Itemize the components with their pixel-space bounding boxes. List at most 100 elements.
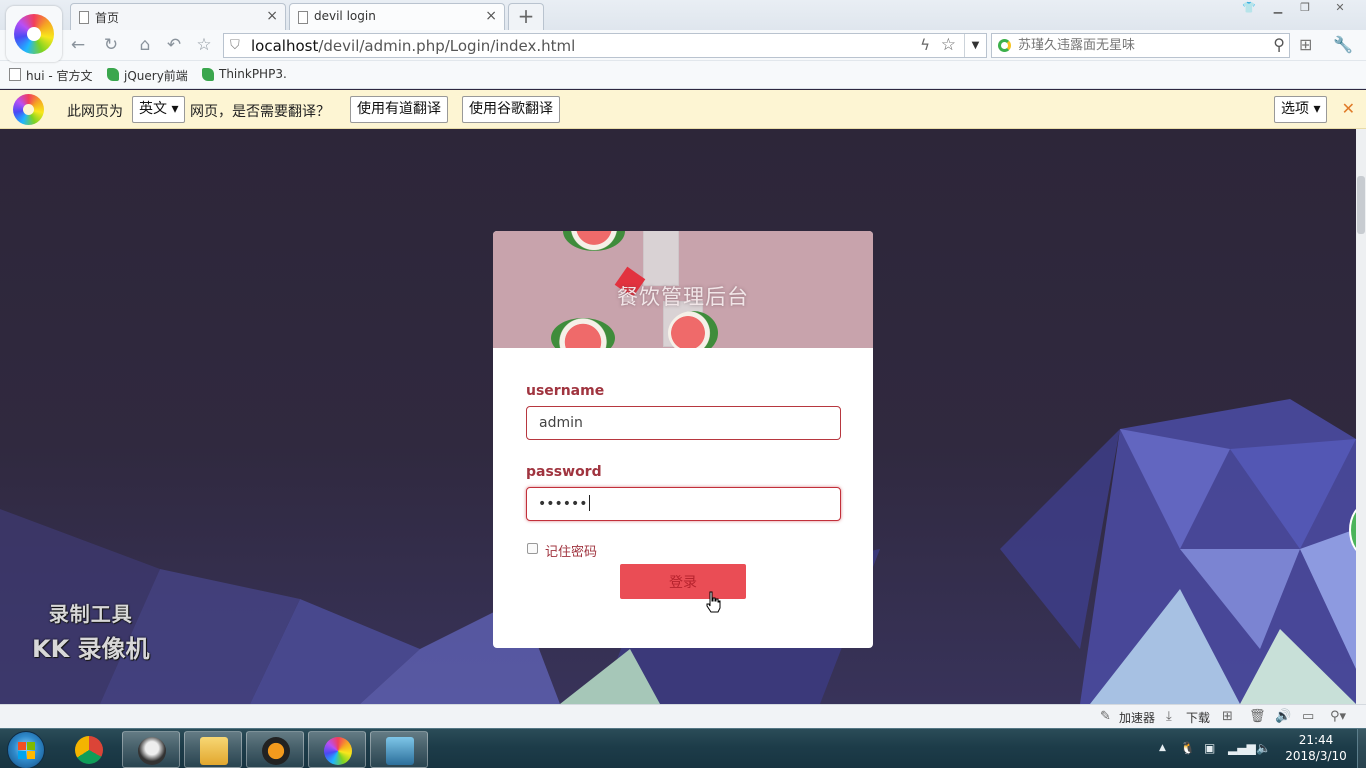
- bookmark-star-icon[interactable]: ☆: [941, 35, 956, 55]
- password-dots: ••••••: [538, 496, 588, 512]
- browser-toolbar: ← ↻ ⌂ ↶ ☆ ⛉ localhost/devil/admin.php/Lo…: [0, 30, 1366, 61]
- accelerator-icon: ✎: [1100, 709, 1111, 724]
- shield-icon: ⛉: [230, 38, 240, 53]
- undo-close-icon[interactable]: ↶: [162, 34, 186, 56]
- start-button[interactable]: [7, 731, 45, 768]
- taskbar-avatar-app[interactable]: [122, 731, 180, 768]
- address-bar[interactable]: ⛉ localhost/devil/admin.php/Login/index.…: [223, 33, 987, 58]
- chevron-down-icon[interactable]: ▼: [964, 34, 986, 57]
- back-icon[interactable]: ←: [66, 34, 90, 56]
- bookmark-jquery[interactable]: jQuery前端: [107, 67, 188, 84]
- search-input[interactable]: [1018, 36, 1258, 55]
- tab-home[interactable]: 首页 ×: [70, 3, 286, 30]
- refresh-icon[interactable]: ↻: [99, 34, 123, 56]
- show-desktop-button[interactable]: [1357, 729, 1366, 768]
- tab-close-icon[interactable]: ×: [485, 8, 497, 24]
- decor-box: [643, 231, 679, 286]
- leaf-icon: [107, 68, 119, 81]
- tab-label: devil login: [314, 9, 376, 23]
- clock-date: 2018/3/10: [1285, 749, 1347, 763]
- screen-icon[interactable]: ▭: [1302, 709, 1314, 724]
- bookmark-label: hui - 官方文: [26, 69, 93, 83]
- translate-options-button[interactable]: 选项 ▾: [1274, 96, 1328, 123]
- bookmark-thinkphp[interactable]: ThinkPHP3.: [202, 67, 287, 81]
- translate-question: 网页，是否需要翻译？: [190, 104, 330, 120]
- login-form: username password •••••• 记住密码: [493, 348, 873, 560]
- folder-icon: [200, 737, 228, 765]
- qq-icon[interactable]: 🐧: [1180, 741, 1195, 755]
- browser-logo[interactable]: [6, 6, 62, 62]
- system-clock[interactable]: 21:44 2018/3/10: [1281, 732, 1351, 764]
- minimize-button[interactable]: ▁: [1266, 1, 1290, 17]
- tray-app-icon[interactable]: ▣: [1204, 741, 1215, 755]
- watermark-line2: KK 录像机: [32, 635, 150, 663]
- recorder-icon: [262, 737, 290, 765]
- restore-button[interactable]: ❐: [1293, 1, 1317, 17]
- taskbar-browser[interactable]: [308, 731, 366, 768]
- favorites-icon[interactable]: ☆: [192, 34, 216, 56]
- options-label: 选项: [1281, 101, 1309, 117]
- trash-icon[interactable]: 🗑: [1249, 709, 1266, 724]
- remember-label: 记住密码: [545, 545, 598, 560]
- password-input[interactable]: ••••••: [526, 487, 841, 521]
- download-icon: ⤓: [1166, 709, 1172, 724]
- text-caret: [588, 495, 590, 511]
- tab-close-icon[interactable]: ×: [266, 8, 278, 24]
- taskbar-explorer[interactable]: [184, 731, 242, 768]
- network-icon[interactable]: ▂▄▆: [1228, 741, 1256, 755]
- new-tab-button[interactable]: +: [508, 3, 544, 30]
- close-window-button[interactable]: ✕: [1328, 1, 1352, 17]
- accelerator-button[interactable]: 加速器: [1119, 709, 1155, 726]
- password-mask: ••••••: [538, 495, 590, 512]
- login-button[interactable]: 登录: [620, 564, 746, 599]
- windows-taskbar: ▲ 🐧 ▣ ▂▄▆ 🔈 21:44 2018/3/10: [0, 728, 1366, 768]
- browser-status-bar: ✎ 加速器 ⤓ 下载 ⊞ 🗑 🔊 ▭ ⚲▾: [0, 704, 1366, 728]
- username-input[interactable]: [526, 406, 841, 440]
- url-text[interactable]: localhost/devil/admin.php/Login/index.ht…: [251, 37, 575, 55]
- taskbar-recorder[interactable]: [246, 731, 304, 768]
- hand-cursor-icon: [706, 591, 721, 613]
- search-engine-icon[interactable]: [998, 39, 1011, 52]
- url-path: /devil/admin.php/Login/index.html: [318, 37, 576, 55]
- taskbar-network-app[interactable]: [370, 731, 428, 768]
- taskbar-chrome[interactable]: [60, 731, 118, 768]
- remember-password[interactable]: 记住密码: [526, 540, 841, 560]
- volume-icon[interactable]: 🔈: [1256, 741, 1271, 755]
- home-icon[interactable]: ⌂: [133, 34, 157, 56]
- username-label: username: [526, 383, 605, 399]
- page-content: 录制工具 KK 录像机 餐饮管理后台 username password •••…: [0, 129, 1356, 704]
- scrollbar-thumb[interactable]: [1357, 176, 1365, 234]
- grid-icon[interactable]: ⊞: [1299, 35, 1312, 54]
- clock-time: 21:44: [1298, 733, 1334, 747]
- avatar-icon: [138, 737, 166, 765]
- tab-devil-login[interactable]: devil login ×: [289, 3, 505, 30]
- google-translate-button[interactable]: 使用谷歌翻译: [462, 96, 560, 123]
- wrench-icon[interactable]: 🔧: [1333, 35, 1353, 54]
- bookmark-hui[interactable]: hui - 官方文: [9, 67, 93, 84]
- download-button[interactable]: 下载: [1186, 709, 1210, 726]
- page-scrollbar[interactable]: [1356, 129, 1366, 704]
- tab-label: 首页: [95, 11, 120, 25]
- addon-icon[interactable]: ⊞: [1222, 709, 1233, 724]
- browser-logo-icon: [14, 14, 54, 54]
- language-label: 英文: [139, 101, 167, 117]
- bookmarks-bar: hui - 官方文 jQuery前端 ThinkPHP3.: [0, 61, 1366, 89]
- search-icon[interactable]: ⚲: [1273, 35, 1285, 54]
- translate-prefix: 此网页为: [67, 104, 123, 120]
- tray-expand-icon[interactable]: ▲: [1159, 743, 1166, 753]
- language-select[interactable]: 英文 ▾: [132, 96, 186, 123]
- remember-checkbox[interactable]: [527, 543, 538, 554]
- leaf-icon: [202, 68, 214, 81]
- lightning-icon[interactable]: ϟ: [920, 36, 930, 54]
- watermark-line1: 录制工具: [48, 602, 133, 626]
- recorder-watermark: 录制工具 KK 录像机: [32, 598, 150, 664]
- youdao-translate-button[interactable]: 使用有道翻译: [350, 96, 448, 123]
- password-label: password: [526, 464, 602, 480]
- page-icon: [298, 11, 308, 24]
- url-host: localhost: [251, 37, 319, 55]
- skin-icon[interactable]: 👕: [1237, 1, 1261, 17]
- search-bar[interactable]: ⚲: [991, 33, 1290, 58]
- close-icon[interactable]: ✕: [1342, 99, 1355, 118]
- volume-icon[interactable]: 🔊: [1275, 709, 1291, 724]
- zoom-icon[interactable]: ⚲▾: [1330, 709, 1346, 724]
